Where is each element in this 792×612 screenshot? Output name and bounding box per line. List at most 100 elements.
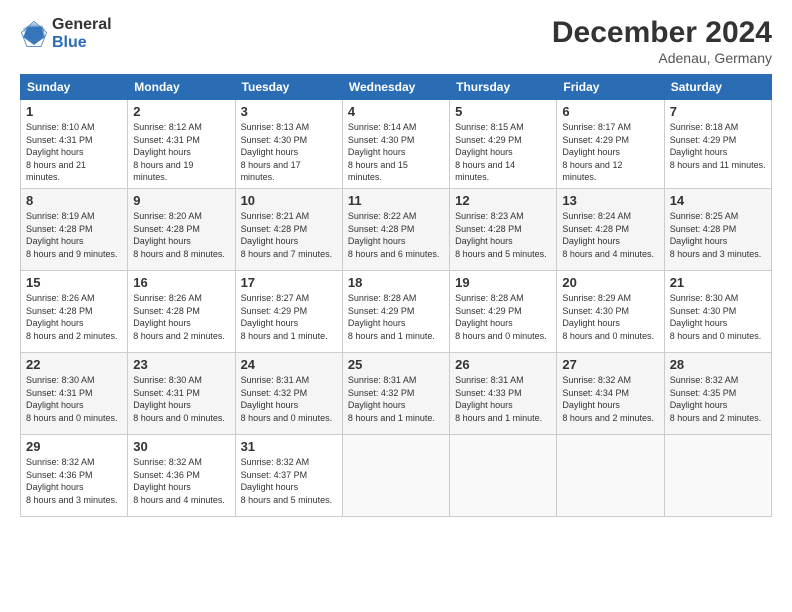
calendar-cell: 27 Sunrise: 8:32 AM Sunset: 4:34 PM Dayl… bbox=[557, 352, 664, 434]
calendar-cell: 29 Sunrise: 8:32 AM Sunset: 4:36 PM Dayl… bbox=[21, 434, 128, 516]
day-number: 9 bbox=[133, 193, 229, 208]
day-number: 14 bbox=[670, 193, 766, 208]
day-number: 17 bbox=[241, 275, 337, 290]
day-info: Sunrise: 8:20 AM Sunset: 4:28 PM Dayligh… bbox=[133, 210, 229, 260]
day-info: Sunrise: 8:32 AM Sunset: 4:37 PM Dayligh… bbox=[241, 456, 337, 506]
calendar-cell bbox=[664, 434, 771, 516]
day-number: 18 bbox=[348, 275, 444, 290]
calendar-cell: 2 Sunrise: 8:12 AM Sunset: 4:31 PM Dayli… bbox=[128, 100, 235, 189]
logo-blue-text: Blue bbox=[52, 34, 112, 52]
day-number: 15 bbox=[26, 275, 122, 290]
calendar-cell: 1 Sunrise: 8:10 AM Sunset: 4:31 PM Dayli… bbox=[21, 100, 128, 189]
day-info: Sunrise: 8:18 AM Sunset: 4:29 PM Dayligh… bbox=[670, 121, 766, 171]
calendar-cell: 8 Sunrise: 8:19 AM Sunset: 4:28 PM Dayli… bbox=[21, 188, 128, 270]
calendar-cell: 18 Sunrise: 8:28 AM Sunset: 4:29 PM Dayl… bbox=[342, 270, 449, 352]
calendar-cell: 23 Sunrise: 8:30 AM Sunset: 4:31 PM Dayl… bbox=[128, 352, 235, 434]
page: General Blue December 2024 Adenau, Germa… bbox=[0, 0, 792, 612]
col-thursday: Thursday bbox=[450, 75, 557, 100]
week-row-2: 8 Sunrise: 8:19 AM Sunset: 4:28 PM Dayli… bbox=[21, 188, 772, 270]
day-info: Sunrise: 8:26 AM Sunset: 4:28 PM Dayligh… bbox=[133, 292, 229, 342]
day-number: 13 bbox=[562, 193, 658, 208]
logo-icon bbox=[20, 20, 48, 48]
day-number: 31 bbox=[241, 439, 337, 454]
day-number: 27 bbox=[562, 357, 658, 372]
logo-general-text: General bbox=[52, 16, 112, 34]
day-number: 30 bbox=[133, 439, 229, 454]
header: General Blue December 2024 Adenau, Germa… bbox=[20, 16, 772, 66]
day-info: Sunrise: 8:32 AM Sunset: 4:35 PM Dayligh… bbox=[670, 374, 766, 424]
calendar-cell: 20 Sunrise: 8:29 AM Sunset: 4:30 PM Dayl… bbox=[557, 270, 664, 352]
day-info: Sunrise: 8:28 AM Sunset: 4:29 PM Dayligh… bbox=[455, 292, 551, 342]
calendar-cell: 3 Sunrise: 8:13 AM Sunset: 4:30 PM Dayli… bbox=[235, 100, 342, 189]
logo-text: General Blue bbox=[52, 16, 112, 51]
day-info: Sunrise: 8:26 AM Sunset: 4:28 PM Dayligh… bbox=[26, 292, 122, 342]
day-number: 20 bbox=[562, 275, 658, 290]
day-info: Sunrise: 8:25 AM Sunset: 4:28 PM Dayligh… bbox=[670, 210, 766, 260]
day-number: 11 bbox=[348, 193, 444, 208]
day-number: 8 bbox=[26, 193, 122, 208]
day-info: Sunrise: 8:31 AM Sunset: 4:32 PM Dayligh… bbox=[348, 374, 444, 424]
calendar-cell: 19 Sunrise: 8:28 AM Sunset: 4:29 PM Dayl… bbox=[450, 270, 557, 352]
day-info: Sunrise: 8:24 AM Sunset: 4:28 PM Dayligh… bbox=[562, 210, 658, 260]
calendar-cell: 5 Sunrise: 8:15 AM Sunset: 4:29 PM Dayli… bbox=[450, 100, 557, 189]
day-number: 28 bbox=[670, 357, 766, 372]
day-info: Sunrise: 8:31 AM Sunset: 4:32 PM Dayligh… bbox=[241, 374, 337, 424]
calendar-cell: 26 Sunrise: 8:31 AM Sunset: 4:33 PM Dayl… bbox=[450, 352, 557, 434]
logo: General Blue bbox=[20, 16, 112, 51]
day-number: 12 bbox=[455, 193, 551, 208]
calendar-cell: 11 Sunrise: 8:22 AM Sunset: 4:28 PM Dayl… bbox=[342, 188, 449, 270]
calendar-cell: 4 Sunrise: 8:14 AM Sunset: 4:30 PM Dayli… bbox=[342, 100, 449, 189]
calendar-cell: 15 Sunrise: 8:26 AM Sunset: 4:28 PM Dayl… bbox=[21, 270, 128, 352]
day-number: 26 bbox=[455, 357, 551, 372]
calendar-cell: 30 Sunrise: 8:32 AM Sunset: 4:36 PM Dayl… bbox=[128, 434, 235, 516]
day-info: Sunrise: 8:10 AM Sunset: 4:31 PM Dayligh… bbox=[26, 121, 122, 184]
day-number: 21 bbox=[670, 275, 766, 290]
calendar-cell: 17 Sunrise: 8:27 AM Sunset: 4:29 PM Dayl… bbox=[235, 270, 342, 352]
calendar-cell: 14 Sunrise: 8:25 AM Sunset: 4:28 PM Dayl… bbox=[664, 188, 771, 270]
day-info: Sunrise: 8:30 AM Sunset: 4:31 PM Dayligh… bbox=[26, 374, 122, 424]
day-info: Sunrise: 8:19 AM Sunset: 4:28 PM Dayligh… bbox=[26, 210, 122, 260]
day-info: Sunrise: 8:27 AM Sunset: 4:29 PM Dayligh… bbox=[241, 292, 337, 342]
calendar-cell bbox=[557, 434, 664, 516]
day-info: Sunrise: 8:32 AM Sunset: 4:36 PM Dayligh… bbox=[133, 456, 229, 506]
col-sunday: Sunday bbox=[21, 75, 128, 100]
day-info: Sunrise: 8:30 AM Sunset: 4:31 PM Dayligh… bbox=[133, 374, 229, 424]
calendar-cell: 13 Sunrise: 8:24 AM Sunset: 4:28 PM Dayl… bbox=[557, 188, 664, 270]
calendar-cell: 7 Sunrise: 8:18 AM Sunset: 4:29 PM Dayli… bbox=[664, 100, 771, 189]
day-info: Sunrise: 8:28 AM Sunset: 4:29 PM Dayligh… bbox=[348, 292, 444, 342]
day-info: Sunrise: 8:32 AM Sunset: 4:34 PM Dayligh… bbox=[562, 374, 658, 424]
week-row-4: 22 Sunrise: 8:30 AM Sunset: 4:31 PM Dayl… bbox=[21, 352, 772, 434]
month-title: December 2024 bbox=[552, 16, 772, 50]
day-number: 6 bbox=[562, 104, 658, 119]
day-number: 4 bbox=[348, 104, 444, 119]
col-friday: Friday bbox=[557, 75, 664, 100]
day-info: Sunrise: 8:30 AM Sunset: 4:30 PM Dayligh… bbox=[670, 292, 766, 342]
calendar-cell: 24 Sunrise: 8:31 AM Sunset: 4:32 PM Dayl… bbox=[235, 352, 342, 434]
day-info: Sunrise: 8:21 AM Sunset: 4:28 PM Dayligh… bbox=[241, 210, 337, 260]
day-number: 7 bbox=[670, 104, 766, 119]
calendar-cell: 10 Sunrise: 8:21 AM Sunset: 4:28 PM Dayl… bbox=[235, 188, 342, 270]
day-number: 2 bbox=[133, 104, 229, 119]
week-row-1: 1 Sunrise: 8:10 AM Sunset: 4:31 PM Dayli… bbox=[21, 100, 772, 189]
day-number: 1 bbox=[26, 104, 122, 119]
day-info: Sunrise: 8:31 AM Sunset: 4:33 PM Dayligh… bbox=[455, 374, 551, 424]
col-wednesday: Wednesday bbox=[342, 75, 449, 100]
day-info: Sunrise: 8:23 AM Sunset: 4:28 PM Dayligh… bbox=[455, 210, 551, 260]
day-info: Sunrise: 8:15 AM Sunset: 4:29 PM Dayligh… bbox=[455, 121, 551, 184]
calendar-cell: 25 Sunrise: 8:31 AM Sunset: 4:32 PM Dayl… bbox=[342, 352, 449, 434]
day-number: 25 bbox=[348, 357, 444, 372]
title-area: December 2024 Adenau, Germany bbox=[552, 16, 772, 66]
calendar-table: Sunday Monday Tuesday Wednesday Thursday… bbox=[20, 74, 772, 517]
calendar-cell: 21 Sunrise: 8:30 AM Sunset: 4:30 PM Dayl… bbox=[664, 270, 771, 352]
day-number: 23 bbox=[133, 357, 229, 372]
day-number: 5 bbox=[455, 104, 551, 119]
location-subtitle: Adenau, Germany bbox=[552, 50, 772, 66]
day-info: Sunrise: 8:22 AM Sunset: 4:28 PM Dayligh… bbox=[348, 210, 444, 260]
day-number: 29 bbox=[26, 439, 122, 454]
calendar-cell bbox=[342, 434, 449, 516]
calendar-cell: 22 Sunrise: 8:30 AM Sunset: 4:31 PM Dayl… bbox=[21, 352, 128, 434]
week-row-5: 29 Sunrise: 8:32 AM Sunset: 4:36 PM Dayl… bbox=[21, 434, 772, 516]
calendar-cell: 16 Sunrise: 8:26 AM Sunset: 4:28 PM Dayl… bbox=[128, 270, 235, 352]
day-number: 22 bbox=[26, 357, 122, 372]
day-info: Sunrise: 8:14 AM Sunset: 4:30 PM Dayligh… bbox=[348, 121, 444, 184]
